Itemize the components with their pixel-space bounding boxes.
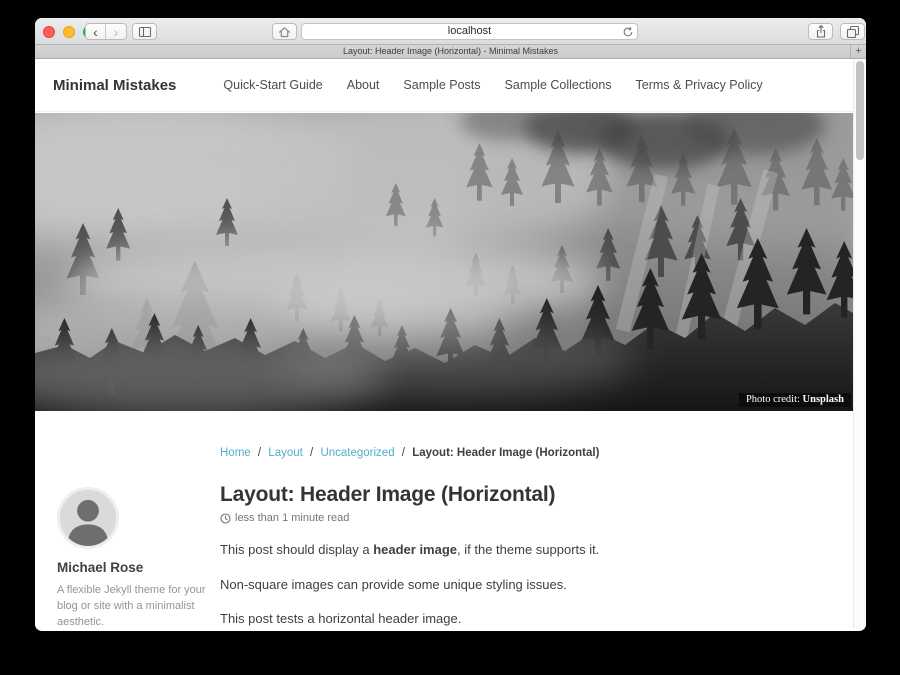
nav-link-about[interactable]: About	[347, 78, 380, 92]
breadcrumb-separator: /	[310, 447, 313, 459]
author-profile: Michael Rose A flexible Jekyll theme for…	[57, 487, 207, 629]
photo-credit-label: Photo credit:	[746, 394, 800, 405]
paragraph-bold-text: header image	[373, 542, 457, 557]
photo-credit: Photo credit: Unsplash	[739, 393, 851, 407]
nav-link-sample-collections[interactable]: Sample Collections	[505, 78, 612, 92]
share-button[interactable]	[808, 23, 833, 40]
sidebar-toggle-button[interactable]	[132, 23, 157, 40]
reload-icon[interactable]	[622, 26, 634, 38]
browser-toolbar: ‹ › localhost	[35, 18, 866, 45]
avatar	[57, 487, 119, 549]
tab-overview-icon	[845, 24, 861, 39]
article-meta: less than 1 minute read	[220, 512, 640, 524]
address-bar[interactable]: localhost	[301, 23, 638, 40]
minimize-window-button[interactable]	[63, 26, 75, 38]
breadcrumb-link-layout[interactable]: Layout	[268, 447, 303, 459]
article-paragraph: This post tests a horizontal header imag…	[220, 610, 640, 628]
breadcrumb: Home / Layout / Uncategorized / Layout: …	[220, 447, 599, 459]
foggy-forest-image	[35, 113, 853, 411]
article-paragraph: This post should display a header image,…	[220, 541, 640, 559]
new-tab-button[interactable]: +	[850, 45, 866, 58]
breadcrumb-link-home[interactable]: Home	[220, 447, 251, 459]
nav-link-quick-start-guide[interactable]: Quick-Start Guide	[223, 78, 322, 92]
page-scrollbar[interactable]	[853, 59, 866, 629]
home-button[interactable]	[272, 23, 297, 40]
page-title: Layout: Header Image (Horizontal)	[220, 482, 640, 507]
clock-icon	[220, 513, 231, 524]
show-all-tabs-button[interactable]	[840, 23, 865, 40]
breadcrumb-link-uncategorized[interactable]: Uncategorized	[320, 447, 394, 459]
article: Layout: Header Image (Horizontal) less t…	[220, 482, 640, 628]
page-content: Minimal Mistakes Quick-Start Guide About…	[35, 59, 866, 629]
share-icon	[814, 24, 828, 39]
close-window-button[interactable]	[43, 26, 55, 38]
home-icon	[277, 25, 292, 39]
nav-link-terms-privacy-policy[interactable]: Terms & Privacy Policy	[636, 78, 763, 92]
photo-credit-source: Unsplash	[803, 394, 844, 405]
site-title[interactable]: Minimal Mistakes	[53, 77, 176, 94]
tab-bar: Layout: Header Image (Horizontal) - Mini…	[35, 45, 866, 59]
paragraph-text: , if the theme supports it.	[457, 542, 599, 557]
breadcrumb-current: Layout: Header Image (Horizontal)	[412, 447, 599, 459]
address-bar-url: localhost	[448, 25, 491, 37]
scrollbar-thumb[interactable]	[856, 61, 864, 160]
breadcrumb-separator: /	[402, 447, 405, 459]
history-nav-group: ‹ ›	[85, 23, 127, 40]
sidebar-icon	[137, 25, 153, 39]
masthead: Minimal Mistakes Quick-Start Guide About…	[35, 59, 853, 112]
author-bio: A flexible Jekyll theme for your blog or…	[57, 583, 207, 629]
forward-button[interactable]: ›	[106, 24, 126, 39]
tab-active[interactable]: Layout: Header Image (Horizontal) - Mini…	[35, 45, 866, 58]
person-silhouette-icon	[60, 490, 116, 546]
article-paragraph: Non-square images can provide some uniqu…	[220, 576, 640, 594]
back-button[interactable]: ‹	[86, 24, 106, 39]
author-name: Michael Rose	[57, 560, 207, 575]
nav-link-sample-posts[interactable]: Sample Posts	[403, 78, 480, 92]
breadcrumb-separator: /	[258, 447, 261, 459]
header-image: Photo credit: Unsplash	[35, 113, 853, 411]
site-nav: Quick-Start Guide About Sample Posts Sam…	[223, 78, 762, 92]
browser-window: ‹ › localhost	[35, 18, 866, 631]
paragraph-text: This post should display a	[220, 542, 373, 557]
read-time: less than 1 minute read	[235, 512, 349, 524]
